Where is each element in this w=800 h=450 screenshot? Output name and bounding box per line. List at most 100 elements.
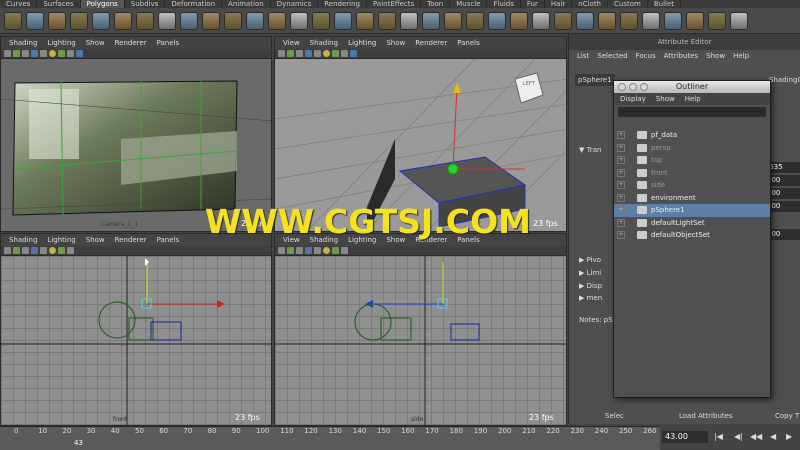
textured-icon[interactable] [40, 247, 47, 254]
tab-animation[interactable]: Animation [222, 0, 271, 8]
menu-lighting[interactable]: Lighting [47, 234, 75, 246]
step-back-icon[interactable]: ◀| [734, 432, 744, 442]
select-button[interactable]: Selec [605, 412, 624, 420]
menu-panels[interactable]: Panels [157, 37, 180, 49]
manipulator-center[interactable] [447, 163, 459, 175]
current-time-marker[interactable]: 43 [74, 439, 83, 447]
split-icon[interactable] [488, 11, 506, 30]
grid-icon[interactable] [287, 50, 294, 57]
sphere-icon[interactable] [4, 11, 22, 30]
extrude-icon[interactable] [422, 11, 440, 30]
isolate-icon[interactable] [332, 247, 339, 254]
light-icon[interactable] [49, 247, 56, 254]
textured-icon[interactable] [40, 50, 47, 57]
menu-attributes[interactable]: Attributes [664, 50, 699, 62]
outliner-item[interactable]: + environment [614, 192, 770, 205]
xray-icon[interactable] [67, 50, 74, 57]
shaded-icon[interactable] [31, 247, 38, 254]
section-pivots[interactable]: ▶ Pivo [579, 256, 601, 264]
tab-ncloth[interactable]: nCloth [572, 0, 608, 8]
outliner-item[interactable]: + persp [614, 142, 770, 155]
wireframe-icon[interactable] [22, 50, 29, 57]
tab-toon[interactable]: Toon [421, 0, 451, 8]
append-icon[interactable] [466, 11, 484, 30]
tab-subdivs[interactable]: Subdivs [125, 0, 166, 8]
menu-renderer[interactable]: Renderer [415, 37, 447, 49]
section-mental-ray[interactable]: ▶ men [579, 294, 602, 302]
menu-help[interactable]: Help [733, 50, 749, 62]
textured-icon[interactable] [314, 247, 321, 254]
isolate-icon[interactable] [332, 50, 339, 57]
triangulate-icon[interactable] [378, 11, 396, 30]
front-viewport[interactable]: front 23 fps [1, 256, 271, 425]
insert-loop-icon[interactable] [510, 11, 528, 30]
outliner-item[interactable]: + defaultLightSet [614, 217, 770, 230]
menu-shading[interactable]: Shading [9, 37, 37, 49]
reduce-icon[interactable] [312, 11, 330, 30]
settings-icon[interactable] [730, 11, 748, 30]
menu-show[interactable]: Show [386, 37, 405, 49]
copy-tab-button[interactable]: Copy T [775, 412, 799, 420]
cylinder-icon[interactable] [48, 11, 66, 30]
plane-icon[interactable] [92, 11, 110, 30]
menu-panels[interactable]: Panels [457, 37, 480, 49]
wireframe-icon[interactable] [296, 247, 303, 254]
shaded-icon[interactable] [31, 50, 38, 57]
shaded-icon[interactable] [305, 50, 312, 57]
outliner-item[interactable]: + defaultObjectSet [614, 229, 770, 242]
checker-alt-icon[interactable] [686, 11, 704, 30]
textured-icon[interactable] [314, 50, 321, 57]
side-viewport[interactable]: side 23 fps [275, 256, 566, 425]
play-back-icon[interactable]: ◀ [770, 432, 780, 442]
menu-shading[interactable]: Shading [9, 234, 37, 246]
pipe-icon[interactable] [136, 11, 154, 30]
light-icon[interactable] [49, 50, 56, 57]
menu-panels[interactable]: Panels [157, 234, 180, 246]
expand-icon[interactable]: + [617, 156, 625, 165]
outliner-item[interactable]: + pSphere1 [614, 204, 770, 217]
sculpt-icon[interactable] [620, 11, 638, 30]
tab-fur[interactable]: Fur [521, 0, 545, 8]
zoom-window-button[interactable] [640, 83, 648, 91]
expand-icon[interactable]: + [617, 231, 625, 240]
resolution-gate-icon[interactable] [76, 50, 83, 57]
booleans-icon[interactable] [268, 11, 286, 30]
outliner-item[interactable]: + pf_data [614, 129, 770, 142]
menu-help[interactable]: Help [685, 93, 701, 105]
bevel-icon[interactable] [598, 11, 616, 30]
expand-icon[interactable]: + [617, 206, 625, 215]
separate-icon[interactable] [224, 11, 242, 30]
menu-show[interactable]: Show [86, 37, 105, 49]
camera-icon[interactable] [4, 247, 11, 254]
merge-icon[interactable] [554, 11, 572, 30]
minimize-window-button[interactable] [629, 83, 637, 91]
menu-selected[interactable]: Selected [597, 50, 627, 62]
current-frame-field[interactable]: 43.00 [662, 431, 708, 443]
step-back-key-icon[interactable]: ◀◀ [750, 432, 762, 442]
expand-icon[interactable]: + [617, 143, 625, 152]
camera-icon[interactable] [4, 50, 11, 57]
node-tab-pSphere1[interactable]: pSphere1 [575, 74, 615, 86]
isolate-icon[interactable] [58, 50, 65, 57]
tab-deformation[interactable]: Deformation [165, 0, 223, 8]
light-icon[interactable] [323, 50, 330, 57]
cube-icon[interactable] [26, 11, 44, 30]
smooth-icon[interactable] [290, 11, 308, 30]
tab-polygons[interactable]: Polygons [80, 0, 125, 8]
checker-icon[interactable] [664, 11, 682, 30]
tab-custom[interactable]: Custom [608, 0, 648, 8]
grid-icon[interactable] [287, 247, 294, 254]
section-limits[interactable]: ▶ Limi [579, 269, 601, 277]
menu-renderer[interactable]: Renderer [115, 234, 147, 246]
mirror-icon[interactable] [334, 11, 352, 30]
layout-uv-icon[interactable] [708, 11, 726, 30]
menu-lighting[interactable]: Lighting [348, 37, 376, 49]
time-slider[interactable]: 0 10 20 30 40 50 60 70 80 90 100 110 120 130 140 150 160… [0, 426, 660, 450]
light-icon[interactable] [323, 247, 330, 254]
camera-icon[interactable] [278, 50, 285, 57]
menu-focus[interactable]: Focus [636, 50, 656, 62]
menu-show[interactable]: Show [706, 50, 725, 62]
outliner-search-input[interactable] [618, 107, 766, 117]
xray-icon[interactable] [67, 247, 74, 254]
extract-icon[interactable] [246, 11, 264, 30]
